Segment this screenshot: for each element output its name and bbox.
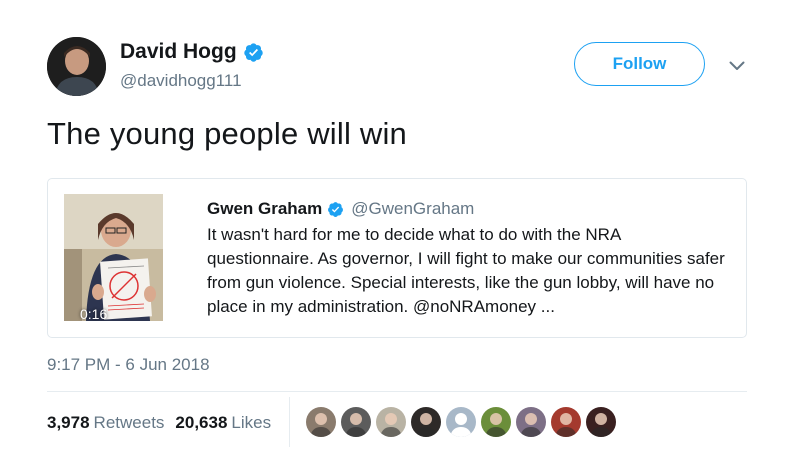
- liker-avatar[interactable]: [341, 407, 371, 437]
- likes-label: Likes: [231, 413, 272, 432]
- quoted-author-handle[interactable]: @GwenGraham: [351, 199, 474, 219]
- liker-avatar-image: [590, 413, 612, 437]
- liker-avatar[interactable]: [586, 407, 616, 437]
- retweets-count: 3,978: [47, 413, 90, 432]
- liker-avatars: [306, 407, 621, 437]
- video-thumbnail-image: [64, 194, 163, 321]
- likes-count: 20,638: [175, 413, 228, 432]
- liker-avatar[interactable]: [376, 407, 406, 437]
- liker-avatar-image: [310, 413, 332, 437]
- stats-vertical-divider: [289, 397, 290, 447]
- author-name-row[interactable]: David Hogg: [120, 40, 264, 64]
- verified-badge-icon: [243, 42, 264, 63]
- stats-divider-line: [47, 391, 747, 392]
- follow-button[interactable]: Follow: [574, 42, 705, 86]
- liker-avatar[interactable]: [516, 407, 546, 437]
- liker-avatar[interactable]: [446, 407, 476, 437]
- author-display-name[interactable]: David Hogg: [120, 40, 237, 64]
- author-handle[interactable]: @davidhogg111: [120, 71, 242, 91]
- likes-stat[interactable]: 20,638 Likes: [175, 413, 271, 433]
- tweet-text: The young people will win: [47, 116, 407, 151]
- liker-avatar[interactable]: [306, 407, 336, 437]
- quoted-tweet-video-thumbnail[interactable]: 0:16: [64, 194, 163, 321]
- video-duration: 0:16: [80, 306, 108, 321]
- liker-avatar-image: [345, 413, 367, 437]
- quoted-verified-badge-icon: [327, 201, 344, 218]
- retweets-stat[interactable]: 3,978 Retweets: [47, 413, 164, 433]
- liker-avatar-image: [555, 413, 577, 437]
- quoted-tweet-header: Gwen Graham @GwenGraham: [207, 199, 474, 219]
- author-avatar[interactable]: [47, 37, 106, 96]
- liker-avatar-image: [520, 413, 542, 437]
- quoted-tweet-text: It wasn't hard for me to decide what to …: [207, 225, 725, 316]
- tweet-container: David Hogg @davidhogg111 Follow The youn…: [0, 0, 794, 451]
- liker-avatar-image: [415, 413, 437, 437]
- quoted-author-name[interactable]: Gwen Graham: [207, 199, 322, 219]
- liker-avatar-image: [485, 413, 507, 437]
- liker-avatar[interactable]: [551, 407, 581, 437]
- quoted-tweet-card[interactable]: 0:16 Gwen Graham @GwenGraham It wasn't h…: [47, 178, 747, 338]
- liker-avatar[interactable]: [481, 407, 511, 437]
- tweet-timestamp[interactable]: 9:17 PM - 6 Jun 2018: [47, 355, 210, 375]
- chevron-down-icon: [729, 61, 745, 70]
- liker-avatar-image: [380, 413, 402, 437]
- retweets-label: Retweets: [93, 413, 165, 432]
- liker-avatar[interactable]: [411, 407, 441, 437]
- liker-avatar-image: [450, 413, 472, 437]
- tweet-stats: 3,978 Retweets 20,638 Likes: [47, 413, 282, 433]
- author-avatar-image: [47, 37, 106, 96]
- more-options-button[interactable]: [725, 56, 749, 76]
